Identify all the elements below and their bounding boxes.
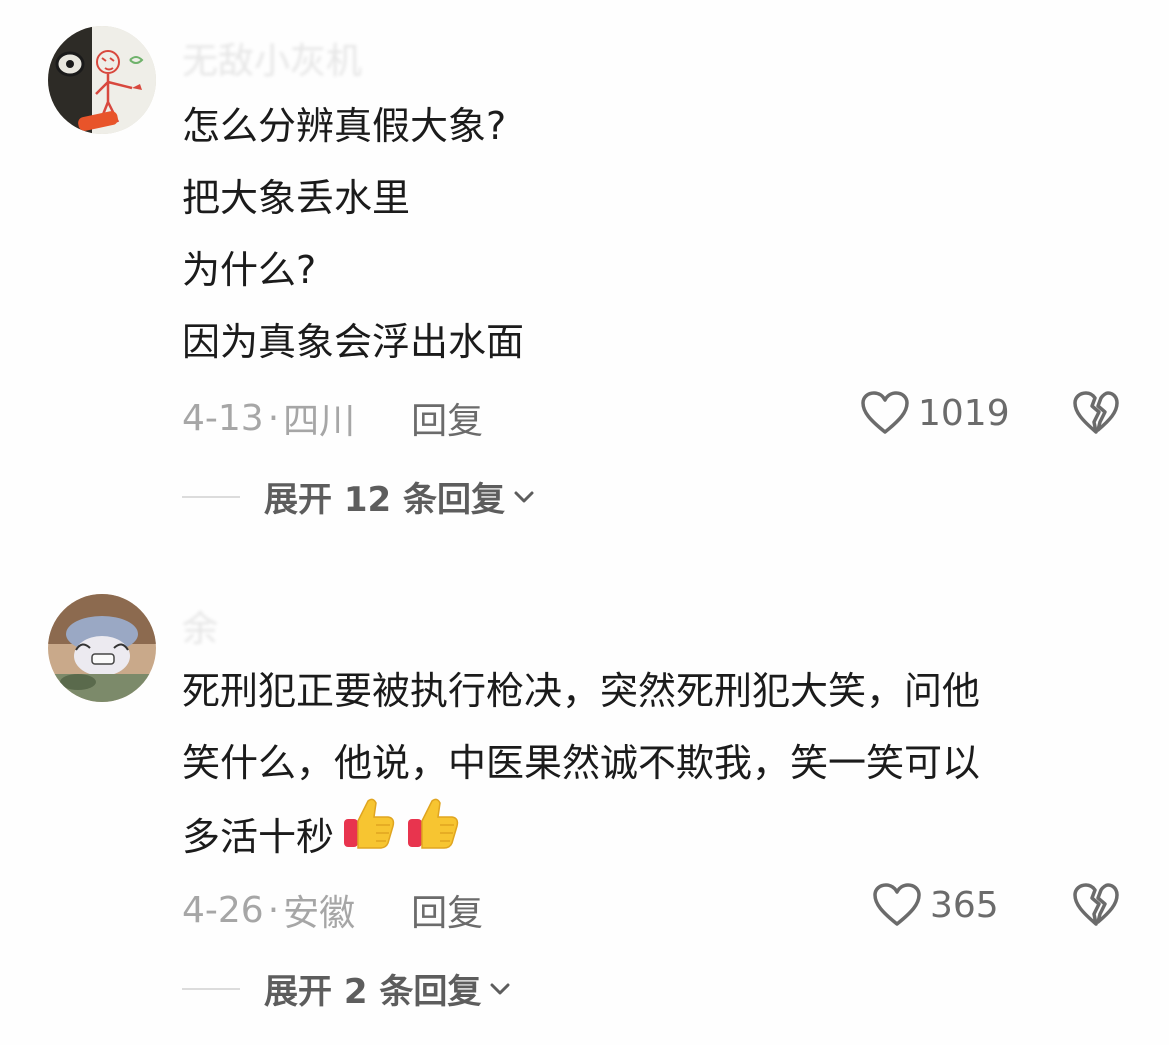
avatar[interactable]	[48, 26, 156, 134]
meta-separator: ·	[267, 889, 280, 931]
cartoon-drawing-avatar-icon	[48, 26, 156, 134]
username[interactable]: 余	[182, 600, 218, 652]
broken-heart-icon	[1073, 883, 1119, 926]
dislike-button[interactable]	[1072, 390, 1120, 440]
like-button[interactable]: 365	[872, 882, 999, 928]
comment-line: 死刑犯正要被执行枪决，突然死刑犯大笑，问他	[182, 669, 981, 713]
thumbs-up-icon	[340, 795, 398, 876]
comment-text: 怎么分辨真假大象? 把大象丢水里 为什么? 因为真象会浮出水面	[182, 90, 524, 378]
expand-replies-button[interactable]: 展开 12 条回复	[182, 472, 535, 521]
anime-character-avatar-icon	[48, 594, 156, 702]
expand-replies-label: 展开 12 条回复	[264, 480, 505, 520]
divider	[182, 987, 240, 990]
chevron-down-icon	[490, 983, 510, 994]
username[interactable]: 无敌小灰机	[182, 32, 362, 84]
avatar[interactable]	[48, 594, 156, 702]
like-button[interactable]: 1019	[860, 390, 1010, 436]
comment-line: 笑什么，他说，中医果然诚不欺我，笑一笑可以	[182, 741, 981, 785]
heart-outline-icon	[873, 883, 921, 926]
broken-heart-icon	[1073, 391, 1119, 434]
comment-line-text: 多活十秒	[182, 815, 335, 859]
chevron-down-icon	[514, 491, 534, 502]
thumbs-up-icon	[404, 795, 462, 876]
comment-line: 把大象丢水里	[182, 176, 411, 220]
comment-line: 怎么分辨真假大象?	[182, 104, 507, 148]
comment-meta: 4-13 · 四川 回复	[182, 392, 483, 444]
meta-separator: ·	[267, 397, 280, 439]
like-count: 1019	[918, 392, 1010, 434]
like-count: 365	[930, 884, 999, 926]
comment-meta: 4-26 · 安徽 回复	[182, 884, 483, 936]
comment-date: 4-13	[182, 397, 264, 439]
heart-outline-icon	[861, 391, 909, 434]
comment-location: 四川	[283, 401, 356, 442]
comment-text: 死刑犯正要被执行枪决，突然死刑犯大笑，问他 笑什么，他说，中医果然诚不欺我，笑一…	[182, 655, 980, 871]
reply-button[interactable]: 回复	[411, 884, 483, 936]
comment-line: 多活十秒	[182, 798, 980, 871]
reply-button[interactable]: 回复	[411, 392, 483, 444]
comment-location: 安徽	[283, 893, 356, 934]
comment-line: 为什么?	[182, 248, 317, 292]
dislike-button[interactable]	[1072, 882, 1120, 932]
expand-replies-button[interactable]: 展开 2 条回复	[182, 964, 511, 1013]
comment-line: 因为真象会浮出水面	[182, 320, 525, 364]
expand-replies-label: 展开 2 条回复	[264, 972, 482, 1012]
comment-date: 4-26	[182, 889, 264, 931]
divider	[182, 495, 240, 498]
